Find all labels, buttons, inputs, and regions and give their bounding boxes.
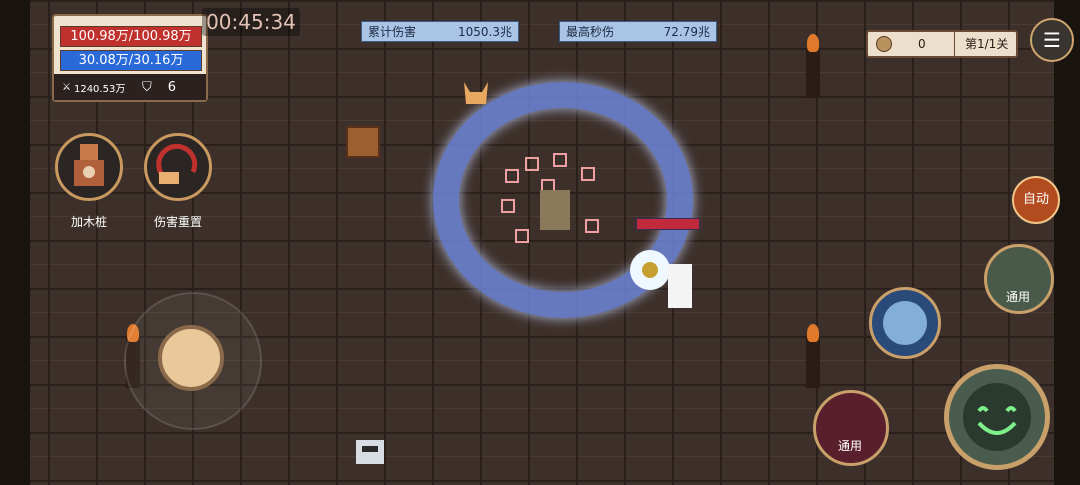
joystick-knob[interactable] xyxy=(158,325,224,391)
player-stats-panel: 100.98万/100.98万 30.08万/30.16万 ⚔ 1240.53万… xyxy=(52,14,208,102)
fox-pet xyxy=(464,82,488,104)
menu-button[interactable]: ☰ xyxy=(1030,18,1074,62)
ability-2-button[interactable] xyxy=(869,287,941,359)
right-wall xyxy=(1054,0,1080,485)
coin-stage-panel: 0 第1/1关 xyxy=(866,30,1018,58)
defense-stat: ⛉ 6 xyxy=(138,80,176,95)
attack-stat: ⚔ 1240.53万 xyxy=(54,80,138,95)
total-damage-box: 累计伤害 1050.3兆 xyxy=(361,21,519,42)
hp-bar: 100.98万/100.98万 xyxy=(60,26,202,47)
max-dps-box: 最高秒伤 72.79兆 xyxy=(559,21,717,42)
torch xyxy=(806,324,820,388)
shield-icon: ⛉ xyxy=(142,79,152,95)
ability-3-label: 通用 xyxy=(838,439,863,453)
smiley-icon xyxy=(963,383,1031,451)
total-damage-value: 1050.3兆 xyxy=(458,25,512,39)
menu-icon: ☰ xyxy=(1043,28,1061,52)
total-damage-label: 累计伤害 xyxy=(368,25,417,39)
dummy-icon xyxy=(74,144,104,186)
add-dummy-label: 加木桩 xyxy=(70,215,107,229)
reset-icon xyxy=(156,143,198,184)
enemy-dummy xyxy=(630,250,692,308)
auto-toggle-button[interactable]: 自动 xyxy=(1012,176,1060,224)
ability-1-label: 通用 xyxy=(1006,290,1031,304)
game-timer: 00:45:34 xyxy=(202,8,300,36)
reset-damage-button[interactable] xyxy=(144,133,212,201)
left-wall xyxy=(0,0,30,485)
ability-3-button[interactable] xyxy=(813,390,889,466)
main-attack-button[interactable] xyxy=(944,364,1050,470)
projectile-swarm xyxy=(501,153,599,243)
mp-bar: 30.08万/30.16万 xyxy=(60,50,202,71)
robot-pet xyxy=(356,440,384,464)
max-dps-value: 72.79兆 xyxy=(663,25,710,39)
max-dps-label: 最高秒伤 xyxy=(566,25,615,39)
add-dummy-button[interactable] xyxy=(55,133,123,201)
ice-spirit-icon xyxy=(883,301,927,345)
treasure-chest xyxy=(346,126,380,158)
reset-damage-label: 伤害重置 xyxy=(153,215,202,229)
stats-footer: ⚔ 1240.53万 ⛉ 6 xyxy=(54,74,206,100)
coin-count: 0 xyxy=(918,37,926,51)
attack-value: 1240.53万 xyxy=(73,83,126,95)
enemy-health-bar xyxy=(636,218,700,230)
coin-icon xyxy=(876,36,892,52)
torch xyxy=(806,34,820,98)
defense-value: 6 xyxy=(167,79,177,95)
sword-icon: ⚔ xyxy=(62,81,71,93)
stage-indicator: 第1/1关 xyxy=(954,32,1008,56)
